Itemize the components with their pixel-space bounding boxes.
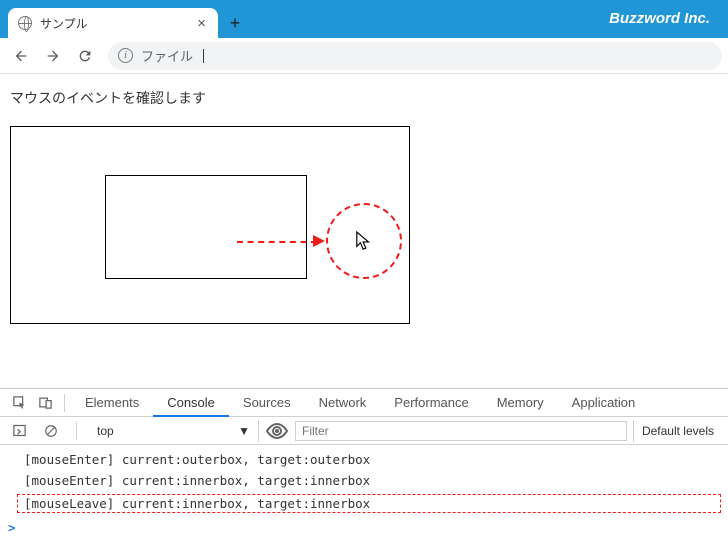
separator bbox=[64, 394, 65, 412]
inspect-element-button[interactable] bbox=[6, 390, 32, 416]
arrow-right-icon bbox=[45, 48, 61, 64]
tab-application[interactable]: Application bbox=[558, 389, 650, 417]
reload-icon bbox=[77, 48, 93, 64]
separator bbox=[76, 422, 77, 440]
console-log-line-highlighted: [mouseLeave] current:innerbox, target:in… bbox=[16, 493, 722, 514]
forward-button[interactable] bbox=[38, 41, 68, 71]
tab-network[interactable]: Network bbox=[305, 389, 381, 417]
console-filter-input[interactable] bbox=[295, 421, 627, 441]
page-content: マウスのイベントを確認します bbox=[0, 74, 728, 338]
execution-context-select[interactable]: top ▼ bbox=[89, 420, 259, 442]
globe-icon bbox=[18, 16, 32, 30]
inner-box[interactable] bbox=[105, 175, 307, 279]
outer-box[interactable] bbox=[10, 126, 410, 324]
chevron-down-icon: ▼ bbox=[238, 424, 250, 438]
tab-sources[interactable]: Sources bbox=[229, 389, 305, 417]
console-output: [mouseEnter] current:outerbox, target:ou… bbox=[0, 445, 728, 560]
context-label: top bbox=[97, 424, 114, 438]
device-icon bbox=[38, 395, 53, 410]
console-log-line: [mouseEnter] current:outerbox, target:ou… bbox=[0, 449, 728, 470]
annotation-arrow-shaft bbox=[237, 241, 317, 243]
browser-navbar: i ファイル bbox=[0, 38, 728, 74]
arrow-left-icon bbox=[13, 48, 29, 64]
live-expression-button[interactable] bbox=[265, 419, 289, 443]
page-heading: マウスのイベントを確認します bbox=[10, 88, 718, 108]
new-tab-button[interactable]: + bbox=[222, 10, 248, 36]
console-log-line: [mouseEnter] current:innerbox, target:in… bbox=[0, 470, 728, 491]
url-label: ファイル bbox=[141, 46, 193, 65]
info-icon: i bbox=[118, 48, 133, 63]
eye-icon bbox=[265, 419, 289, 443]
console-sidebar-toggle[interactable] bbox=[6, 418, 32, 444]
tab-console[interactable]: Console bbox=[153, 389, 229, 417]
text-caret bbox=[203, 49, 204, 63]
close-icon[interactable]: × bbox=[195, 15, 208, 32]
devtools-tabs: Elements Console Sources Network Perform… bbox=[0, 389, 728, 417]
brand-label: Buzzword Inc. bbox=[609, 10, 710, 27]
url-field[interactable]: i ファイル bbox=[108, 42, 722, 70]
clear-console-button[interactable] bbox=[38, 418, 64, 444]
cursor-arrow-icon bbox=[355, 230, 373, 255]
console-prompt[interactable]: > bbox=[0, 516, 728, 539]
tab-title: サンプル bbox=[40, 15, 187, 32]
clear-icon bbox=[44, 424, 58, 438]
annotation-arrow-head bbox=[313, 235, 325, 247]
device-toolbar-button[interactable] bbox=[32, 390, 58, 416]
reload-button[interactable] bbox=[70, 41, 100, 71]
window-titlebar: Buzzword Inc. サンプル × + bbox=[0, 0, 728, 38]
tab-memory[interactable]: Memory bbox=[483, 389, 558, 417]
console-toolbar: top ▼ Default levels bbox=[0, 417, 728, 445]
devtools-panel: Elements Console Sources Network Perform… bbox=[0, 388, 728, 560]
tab-performance[interactable]: Performance bbox=[380, 389, 482, 417]
inspect-icon bbox=[12, 395, 27, 410]
browser-tab[interactable]: サンプル × bbox=[8, 8, 218, 38]
tab-elements[interactable]: Elements bbox=[71, 389, 153, 417]
log-levels-select[interactable]: Default levels bbox=[633, 420, 722, 442]
sidebar-toggle-icon bbox=[12, 423, 27, 438]
back-button[interactable] bbox=[6, 41, 36, 71]
